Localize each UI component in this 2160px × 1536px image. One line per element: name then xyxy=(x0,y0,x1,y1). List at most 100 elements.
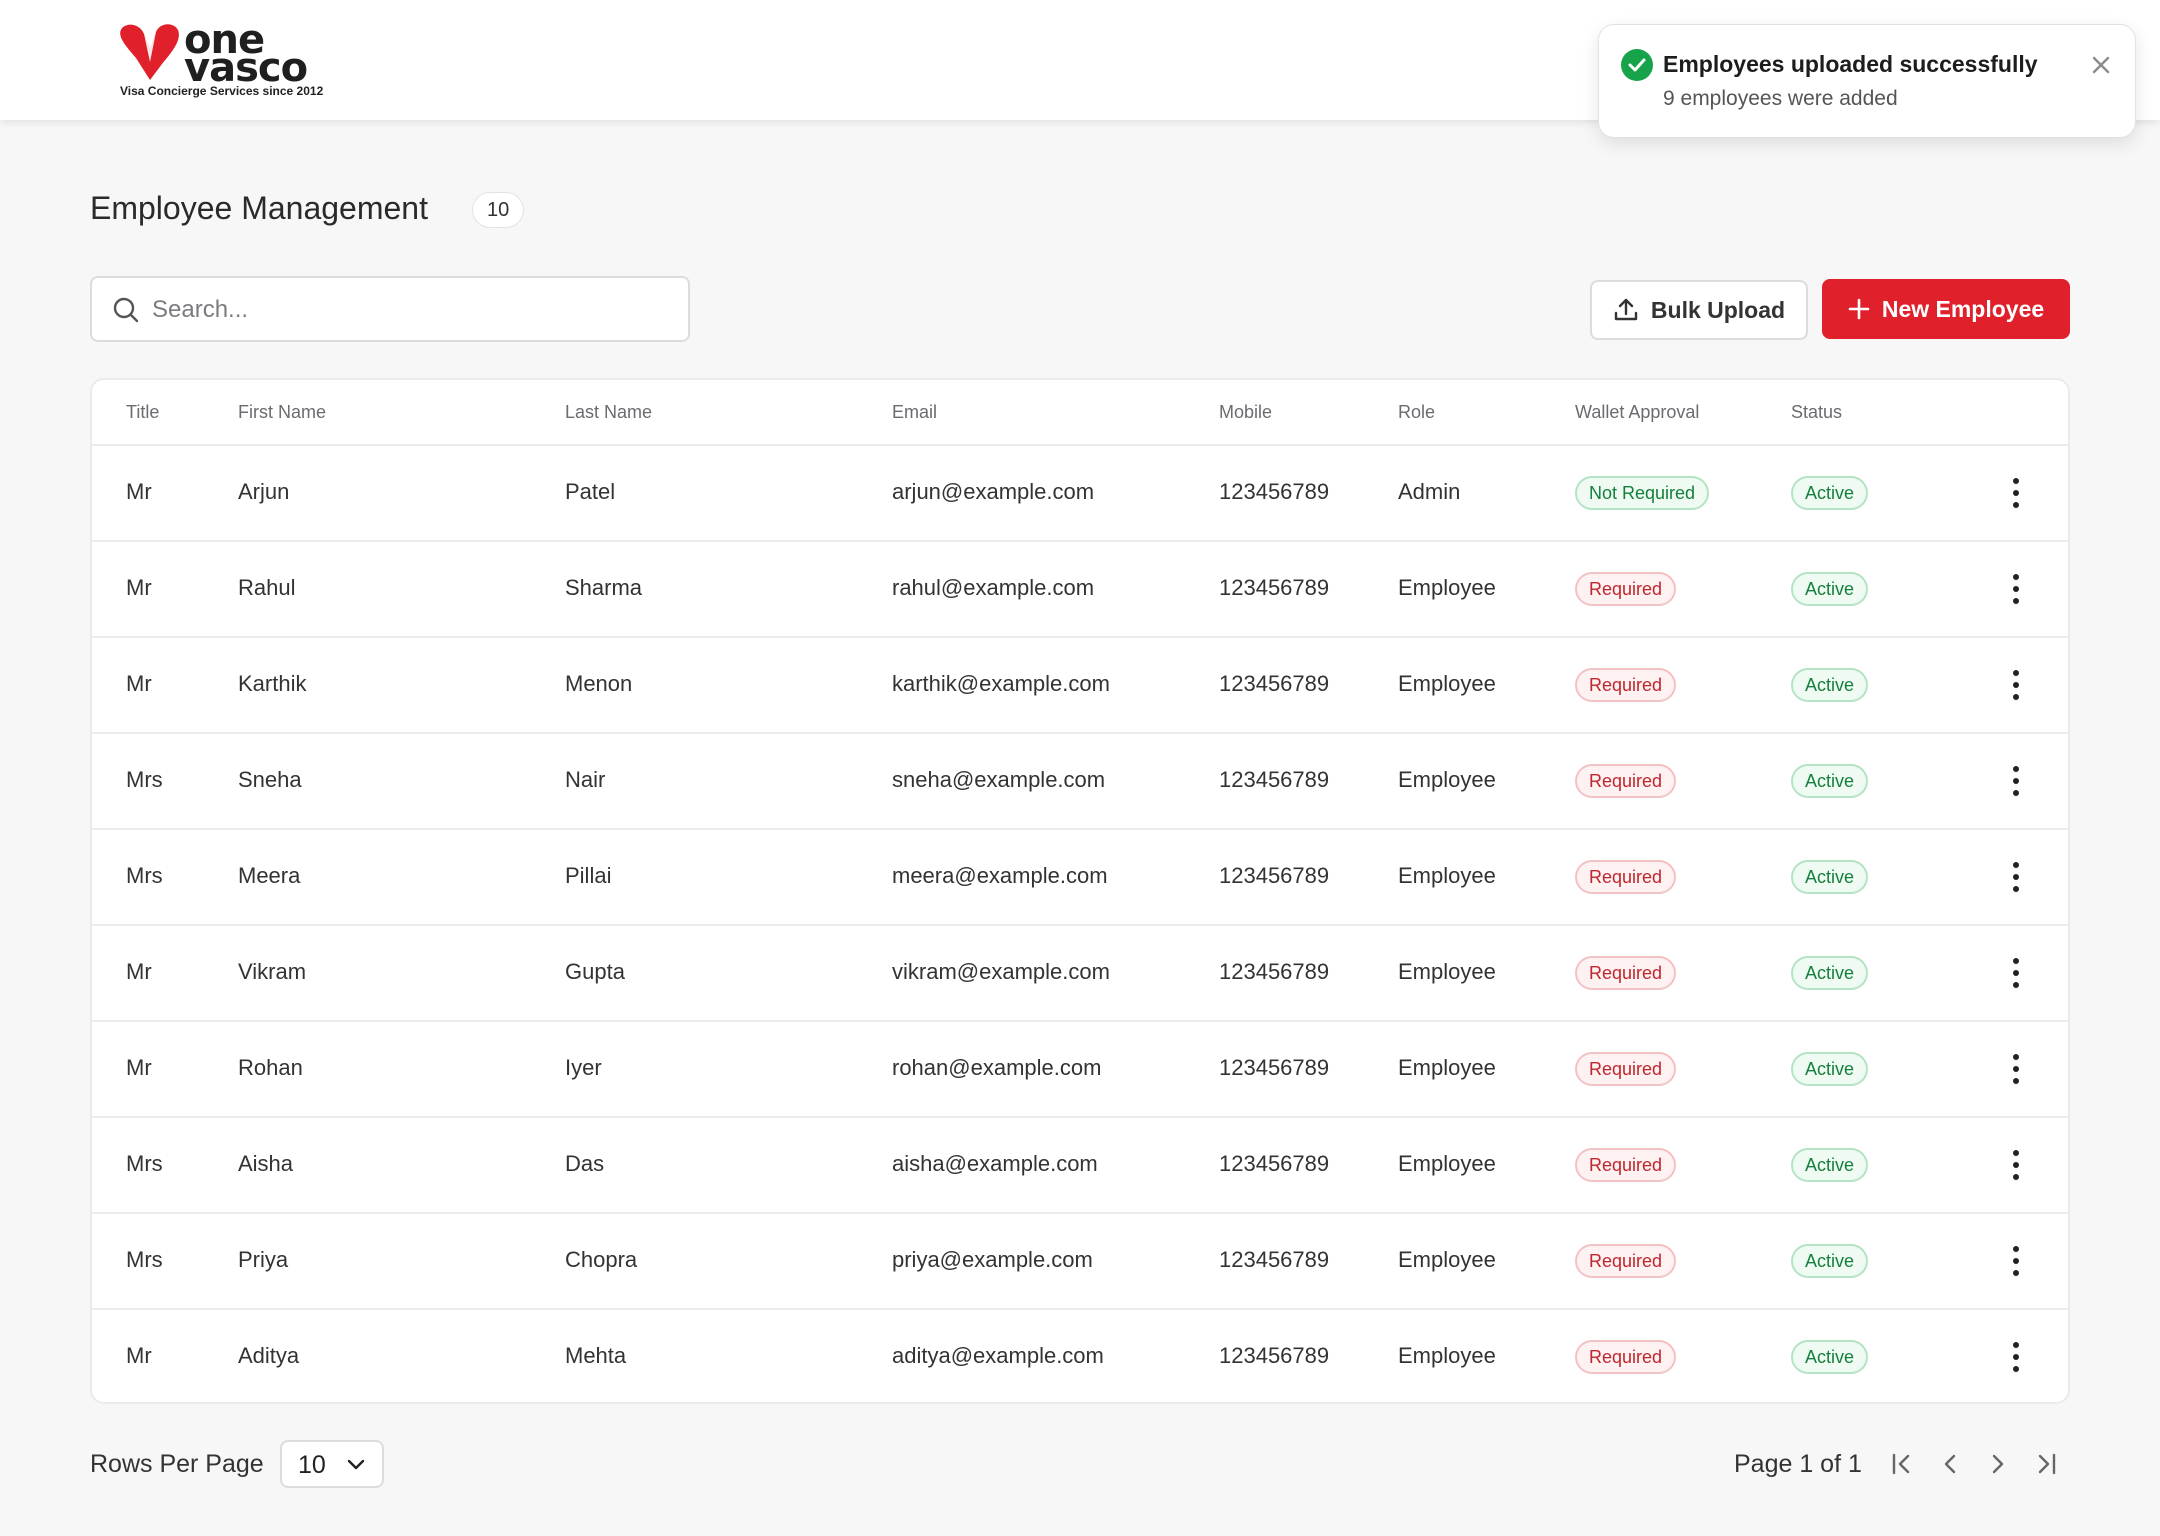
more-options-icon[interactable] xyxy=(2006,572,2026,608)
more-options-icon[interactable] xyxy=(2006,1052,2026,1088)
logo-tagline: Visa Concierge Services since 2012 xyxy=(120,84,324,98)
cell-title: Mr xyxy=(126,1055,152,1080)
table-row[interactable]: Mrs Sneha Nair sneha@example.com 123456789 Em… xyxy=(92,734,2068,830)
more-options-icon[interactable] xyxy=(2006,668,2026,704)
cell-title: Mrs xyxy=(126,1151,163,1176)
onevasco-logo[interactable]: one vasco Visa Concierge Services since … xyxy=(118,20,338,102)
more-options-icon[interactable] xyxy=(2006,860,2026,896)
kebab-dot xyxy=(2013,694,2019,700)
column-header-last-name[interactable]: Last Name xyxy=(565,402,652,423)
table-row[interactable]: Mr Karthik Menon karthik@example.com 1234567… xyxy=(92,638,2068,734)
kebab-dot xyxy=(2013,982,2019,988)
more-options-icon[interactable] xyxy=(2006,1244,2026,1280)
search-input[interactable] xyxy=(152,290,672,330)
table-row[interactable]: Mrs Meera Pillai meera@example.com 123456789… xyxy=(92,830,2068,926)
toast-message: 9 employees were added xyxy=(1663,87,1898,110)
cell-email: priya@example.com xyxy=(892,1247,1093,1272)
cell-first-name: Priya xyxy=(238,1247,289,1272)
last-page-icon[interactable] xyxy=(2030,1448,2062,1480)
cell-email: rohan@example.com xyxy=(892,1055,1102,1080)
table-row[interactable]: Mr Vikram Gupta vikram@example.com 123456789… xyxy=(92,926,2068,1022)
kebab-dot xyxy=(2013,478,2019,484)
kebab-dot xyxy=(2013,1270,2019,1276)
toast-title: Employees uploaded successfully xyxy=(1663,51,2038,77)
kebab-dot xyxy=(2013,574,2019,580)
column-header-wallet-approval[interactable]: Wallet Approval xyxy=(1575,402,1699,423)
kebab-dot xyxy=(2013,1150,2019,1156)
column-header-status[interactable]: Status xyxy=(1791,402,1842,423)
first-page-icon[interactable] xyxy=(1886,1448,1918,1480)
bulk-upload-button[interactable]: Bulk Upload xyxy=(1590,280,1808,340)
cell-email: aisha@example.com xyxy=(892,1151,1098,1176)
cell-title: Mrs xyxy=(126,863,163,888)
page-indicator: Page 1 of 1 xyxy=(1734,1450,1862,1478)
cell-last-name: Mehta xyxy=(565,1343,627,1368)
cell-role: Employee xyxy=(1398,1151,1496,1176)
more-options-icon[interactable] xyxy=(2006,1340,2026,1376)
table-row[interactable]: Mrs Aisha Das aisha@example.com 123456789 Emp… xyxy=(92,1118,2068,1214)
search-icon xyxy=(113,297,139,323)
kebab-dot xyxy=(2013,790,2019,796)
cell-first-name: Arjun xyxy=(238,479,290,504)
cell-email: karthik@example.com xyxy=(892,671,1110,696)
cell-last-name: Nair xyxy=(565,767,606,792)
employee-table: Title First Name Last Name Email Mobile … xyxy=(90,378,2070,1404)
cell-first-name: Rohan xyxy=(238,1055,303,1080)
more-options-icon[interactable] xyxy=(2006,1148,2026,1184)
wallet-approval-badge: Required xyxy=(1575,1340,1677,1374)
cell-mobile: 123456789 xyxy=(1219,1343,1330,1368)
cell-email: rahul@example.com xyxy=(892,575,1095,600)
more-options-icon[interactable] xyxy=(2006,764,2026,800)
cell-role: Employee xyxy=(1398,863,1496,888)
cell-mobile: 123456789 xyxy=(1219,479,1330,504)
cell-role: Admin xyxy=(1398,479,1461,504)
column-header-email[interactable]: Email xyxy=(892,402,937,423)
plus-icon xyxy=(1848,298,1870,320)
table-row[interactable]: Mr Rohan Iyer rohan@example.com 123456789 Emp… xyxy=(92,1022,2068,1118)
status-badge: Active xyxy=(1791,860,1869,894)
column-header-role[interactable]: Role xyxy=(1398,402,1435,423)
kebab-dot xyxy=(2013,490,2019,496)
cell-role: Employee xyxy=(1398,767,1496,792)
wallet-approval-badge: Required xyxy=(1575,764,1677,798)
kebab-dot xyxy=(2013,958,2019,964)
cell-mobile: 123456789 xyxy=(1219,1055,1330,1080)
table-row[interactable]: Mr Arjun Patel arjun@example.com 123456789 Ad… xyxy=(92,446,2068,542)
cell-title: Mr xyxy=(126,959,152,984)
column-header-mobile[interactable]: Mobile xyxy=(1219,402,1272,423)
employee-count-badge: 10 xyxy=(472,192,525,228)
cell-mobile: 123456789 xyxy=(1219,575,1330,600)
success-toast: Employees uploaded successfully 9 employ… xyxy=(1598,24,2136,138)
column-header-title[interactable]: Title xyxy=(126,402,159,423)
previous-page-icon[interactable] xyxy=(1934,1448,1966,1480)
cell-mobile: 123456789 xyxy=(1219,1151,1330,1176)
table-row[interactable]: Mr Aditya Mehta aditya@example.com 123456789… xyxy=(92,1310,2068,1402)
cell-role: Employee xyxy=(1398,1343,1496,1368)
cell-email: arjun@example.com xyxy=(892,479,1095,504)
next-page-icon[interactable] xyxy=(1982,1448,2014,1480)
cell-title: Mr xyxy=(126,671,152,696)
chevron-down-icon xyxy=(347,1459,365,1470)
search-box xyxy=(90,276,690,342)
cell-role: Employee xyxy=(1398,1247,1496,1272)
cell-title: Mr xyxy=(126,1343,152,1368)
kebab-dot xyxy=(2013,862,2019,868)
table-row[interactable]: Mr Rahul Sharma rahul@example.com 123456789 E… xyxy=(92,542,2068,638)
close-icon[interactable] xyxy=(2087,51,2115,79)
kebab-dot xyxy=(2013,1162,2019,1168)
logo-word-vasco: vasco xyxy=(184,45,308,91)
kebab-dot xyxy=(2013,1354,2019,1360)
kebab-dot xyxy=(2013,1174,2019,1180)
cell-last-name: Das xyxy=(565,1151,605,1176)
rows-per-page-select[interactable]: 10 xyxy=(280,1440,384,1488)
table-row[interactable]: Mrs Priya Chopra priya@example.com 123456789… xyxy=(92,1214,2068,1310)
page-title: Employee Management xyxy=(90,190,428,226)
cell-last-name: Patel xyxy=(565,479,616,504)
kebab-dot xyxy=(2013,766,2019,772)
new-employee-button[interactable]: New Employee xyxy=(1822,279,2070,339)
kebab-dot xyxy=(2013,874,2019,880)
more-options-icon[interactable] xyxy=(2006,956,2026,992)
column-header-first-name[interactable]: First Name xyxy=(238,402,326,423)
heart-v-logo-icon xyxy=(120,24,179,80)
more-options-icon[interactable] xyxy=(2006,476,2026,512)
